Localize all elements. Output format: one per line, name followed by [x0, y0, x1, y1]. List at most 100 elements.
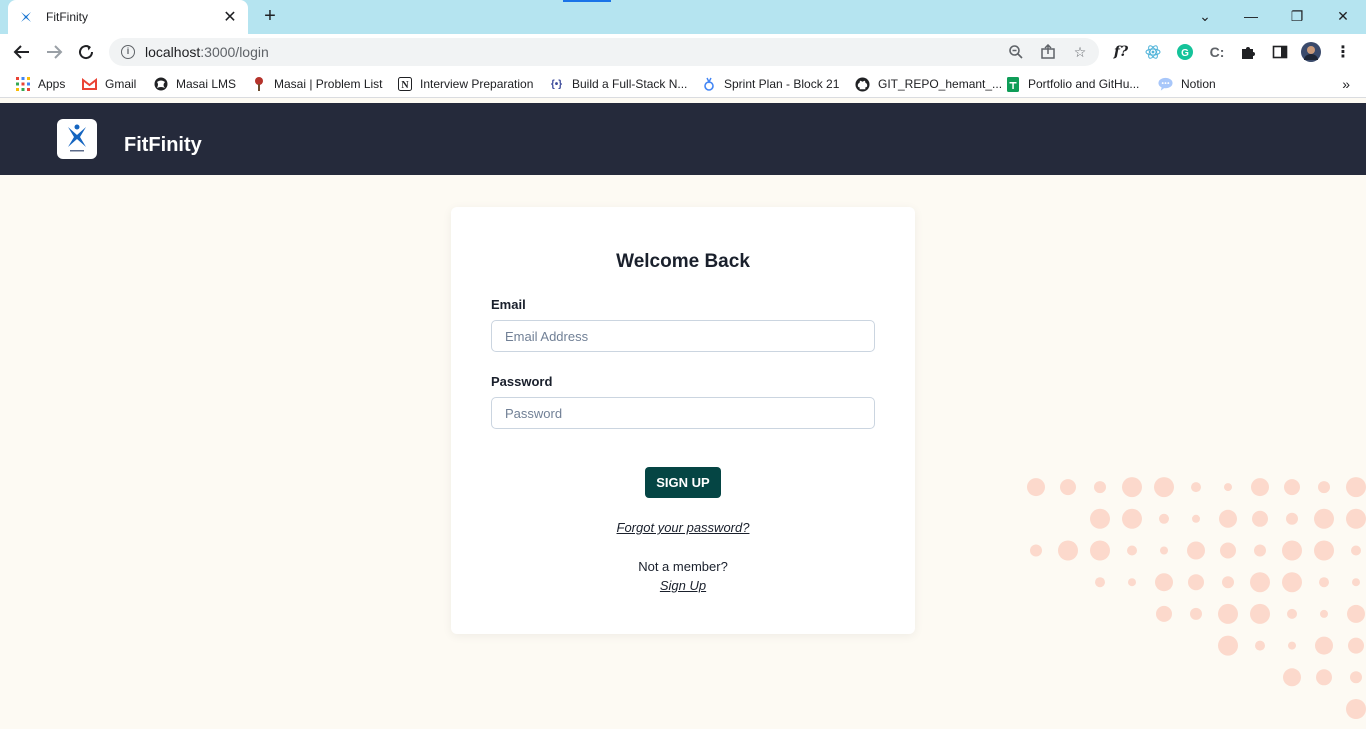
decorative-dot	[1350, 671, 1362, 684]
decorative-dot	[1314, 540, 1334, 561]
notion-icon: N	[397, 77, 412, 92]
decorative-dot	[1095, 577, 1105, 588]
bookmark-star-icon[interactable]: ☆	[1071, 43, 1089, 61]
bookmark-git-repo[interactable]: GIT_REPO_hemant_...	[855, 76, 1002, 92]
decorative-dot	[1250, 572, 1270, 593]
share-icon[interactable]	[1039, 43, 1057, 61]
decorative-dot	[1058, 540, 1078, 561]
build-icon: {•}	[550, 78, 563, 90]
fitfinity-logo-icon	[68, 124, 86, 152]
decorative-dot	[1090, 508, 1110, 529]
bookmark-interview-preparation[interactable]: N Interview Preparation	[397, 76, 533, 92]
bookmark-label: Build a Full-Stack N...	[572, 77, 688, 91]
bookmark-masai-problem-list[interactable]: Masai | Problem List	[251, 76, 383, 92]
bookmark-label: Apps	[38, 77, 66, 91]
decorative-dot	[1283, 668, 1301, 687]
decorative-dot	[1318, 481, 1330, 494]
window-close-icon[interactable]: ✕	[1331, 6, 1355, 26]
decorative-dot	[1128, 578, 1136, 587]
password-field[interactable]	[491, 397, 875, 429]
bookmark-apps[interactable]: Apps	[15, 76, 65, 92]
tab-search-chevron-icon[interactable]: ⌄	[1193, 6, 1217, 26]
masai-problem-icon	[251, 77, 266, 92]
profile-avatar[interactable]	[1301, 42, 1321, 62]
decorative-dot	[1190, 607, 1202, 620]
side-panel-icon[interactable]	[1270, 42, 1290, 62]
browser-tab[interactable]: FitFinity ✕	[8, 0, 248, 34]
address-bar[interactable]: i localhost:3000/login ☆	[109, 38, 1099, 66]
reload-icon[interactable]	[74, 40, 98, 64]
decorative-dot	[1315, 636, 1333, 655]
bookmarks-overflow-icon[interactable]: »	[1342, 76, 1350, 92]
chat-bubble-icon	[1158, 77, 1173, 92]
apps-grid-icon	[15, 77, 30, 92]
decorative-dot	[1127, 545, 1137, 556]
bookmark-label: Portfolio and GitHu...	[1028, 77, 1140, 91]
bookmark-notion[interactable]: Notion	[1158, 76, 1216, 92]
bookmark-sprint-plan[interactable]: Sprint Plan - Block 21	[701, 76, 839, 92]
decorative-dot	[1027, 478, 1045, 497]
github-icon	[855, 76, 870, 92]
bookmark-label: Masai LMS	[176, 77, 237, 91]
extensions-puzzle-icon[interactable]	[1238, 42, 1258, 62]
bookmark-masai-lms[interactable]: Masai LMS	[153, 76, 236, 92]
decorative-dot	[1060, 479, 1076, 496]
restore-icon[interactable]: ❐	[1285, 6, 1309, 26]
formula-extension-icon[interactable]: f?	[1111, 42, 1131, 62]
decorative-dot	[1192, 514, 1200, 523]
decorative-dot	[1222, 576, 1234, 589]
sign-up-link[interactable]: Sign Up	[451, 578, 915, 593]
decorative-dot	[1154, 477, 1174, 498]
site-info-icon[interactable]: i	[121, 45, 135, 59]
decorative-dot-pattern	[1027, 477, 1366, 719]
decorative-dot	[1250, 603, 1270, 624]
url-path: :3000/login	[200, 44, 269, 60]
url-host: localhost	[145, 44, 201, 60]
browser-toolbar: i localhost:3000/login ☆ f? G C: ⋮	[0, 34, 1366, 70]
decorative-dot	[1348, 637, 1364, 654]
bookmark-build-full-stack[interactable]: {•} Build a Full-Stack N...	[549, 76, 688, 92]
decorative-dot	[1346, 508, 1366, 529]
minimize-icon[interactable]: —	[1239, 6, 1263, 26]
fitfinity-logo[interactable]	[57, 119, 97, 159]
forgot-password-link[interactable]: Forgot your password?	[451, 520, 915, 535]
masai-icon	[153, 77, 168, 92]
grammarly-icon[interactable]: G	[1175, 42, 1195, 62]
decorative-dot	[1346, 699, 1366, 719]
decorative-dot	[1255, 640, 1265, 651]
tab-close-icon[interactable]: ✕	[222, 7, 238, 27]
css-extension-icon[interactable]: C:	[1207, 42, 1227, 62]
decorative-dot	[1156, 605, 1172, 622]
decorative-dot	[1252, 510, 1268, 527]
decorative-dot	[1219, 509, 1237, 528]
gmail-icon	[82, 77, 97, 92]
decorative-dot	[1160, 546, 1168, 555]
bookmarks-bar: Apps Gmail Masai LMS Masai | Problem Lis…	[0, 70, 1366, 98]
bookmark-gmail[interactable]: Gmail	[82, 76, 136, 92]
decorative-dot	[1254, 544, 1266, 557]
decorative-dot	[1286, 512, 1298, 525]
sprint-icon	[701, 77, 716, 92]
bookmark-label: Sprint Plan - Block 21	[724, 77, 840, 91]
back-icon[interactable]	[10, 40, 34, 64]
decorative-dot	[1352, 578, 1360, 587]
tab-highlight	[563, 0, 611, 2]
decorative-dot	[1351, 545, 1361, 556]
zoom-icon[interactable]	[1007, 43, 1025, 61]
browser-tab-strip: FitFinity ✕ + ⌄ — ❐ ✕	[0, 0, 1366, 34]
decorative-dot	[1188, 574, 1204, 591]
decorative-dot	[1224, 483, 1232, 492]
browser-menu-icon[interactable]: ⋮	[1333, 42, 1353, 62]
decorative-dot	[1030, 544, 1042, 557]
decorative-dot	[1346, 477, 1366, 498]
new-tab-icon[interactable]: +	[260, 6, 280, 26]
decorative-dot	[1220, 542, 1236, 559]
sign-up-button[interactable]: SIGN UP	[645, 467, 721, 498]
react-devtools-icon[interactable]	[1143, 42, 1163, 62]
decorative-dot	[1191, 482, 1201, 493]
email-field[interactable]	[491, 320, 875, 352]
forward-icon[interactable]	[42, 40, 66, 64]
svg-text:G: G	[1181, 48, 1189, 59]
bookmark-label: GIT_REPO_hemant_...	[878, 77, 1003, 91]
bookmark-portfolio[interactable]: Portfolio and GitHu...	[1005, 76, 1139, 92]
